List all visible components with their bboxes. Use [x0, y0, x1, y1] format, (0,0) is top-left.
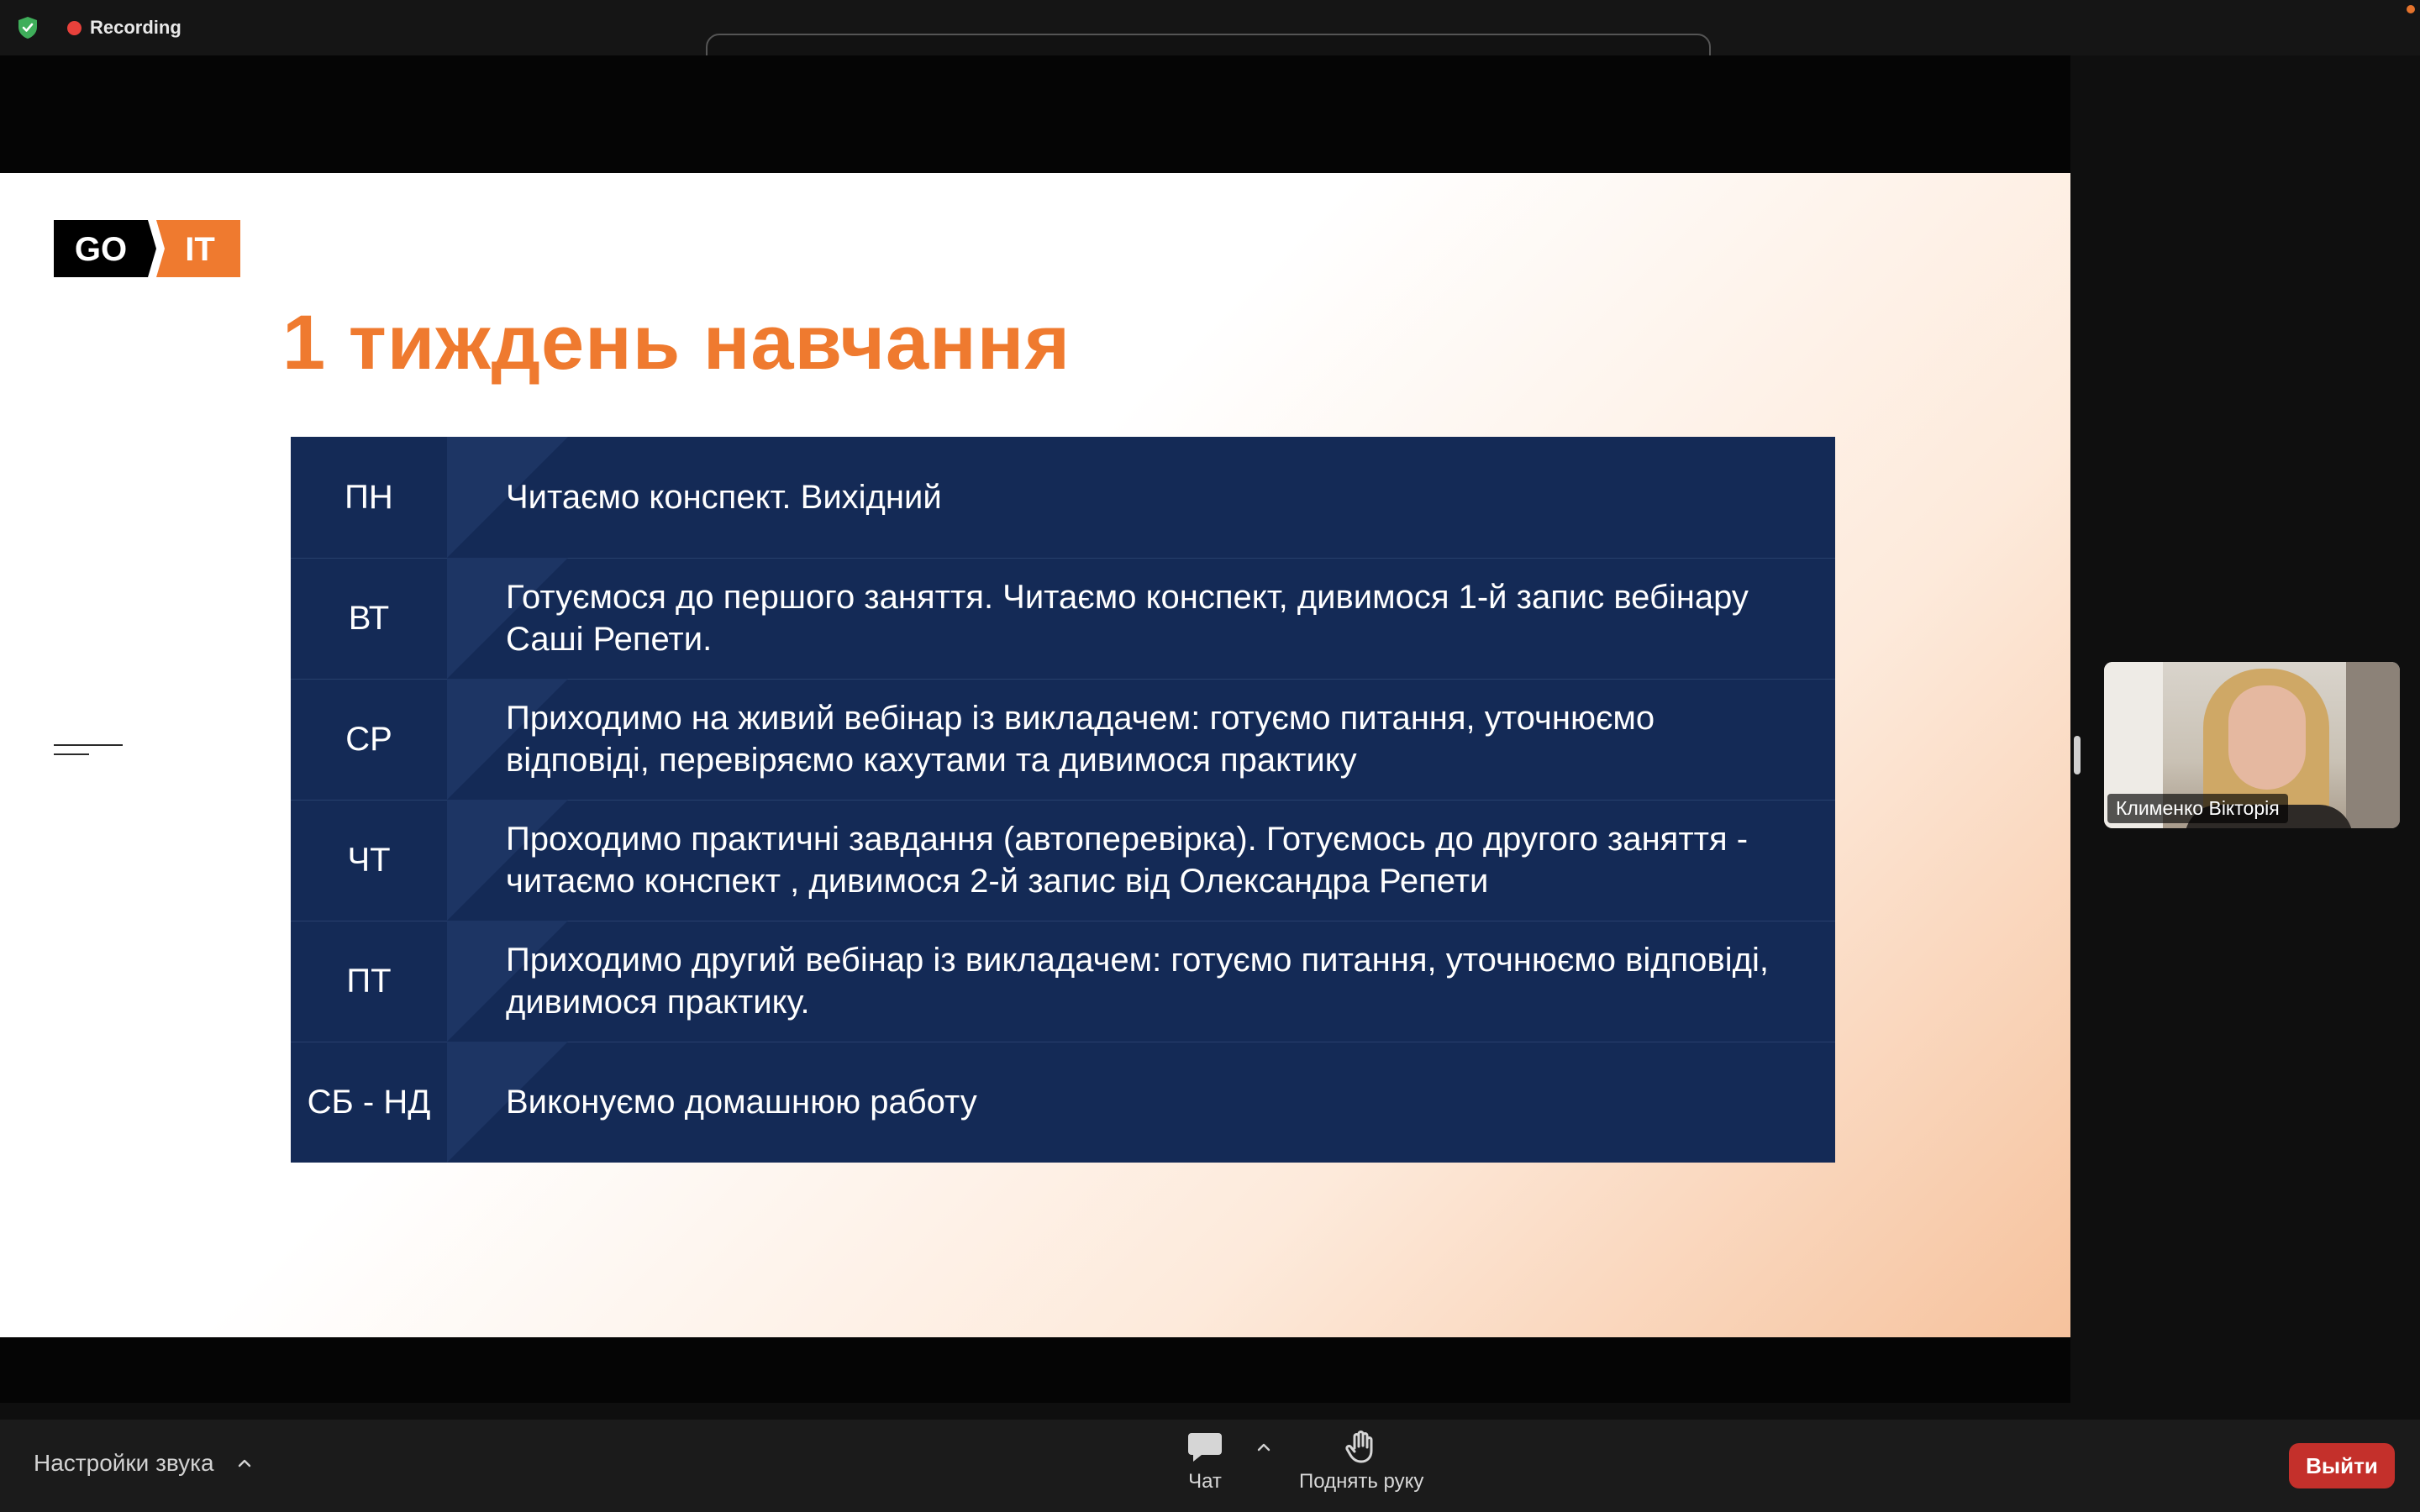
- schedule-row: СБ - НД Виконуємо домашнюю работу: [291, 1042, 1835, 1163]
- participant-video-tile[interactable]: Клименко Вікторія: [2104, 662, 2400, 828]
- participant-name-label: Клименко Вікторія: [2107, 794, 2288, 823]
- shield-check-icon[interactable]: [15, 15, 40, 40]
- schedule-row: СР Приходимо на живий вебінар із виклада…: [291, 679, 1835, 801]
- chat-label: Чат: [1188, 1470, 1222, 1493]
- schedule-row: ВТ Готуємося до першого заняття. Читаємо…: [291, 558, 1835, 680]
- chat-icon: [1188, 1433, 1222, 1462]
- schedule-day: ПН: [345, 478, 393, 516]
- zoom-meeting-window: Recording Нажмите ESC или дважды нажмите…: [0, 0, 2420, 1512]
- shared-screen-letterbox-top: [0, 55, 2070, 173]
- recording-label: Recording: [90, 17, 182, 38]
- slide-decoration-lines: [54, 744, 123, 766]
- leave-button[interactable]: Выйти: [2289, 1443, 2395, 1488]
- shared-slide: GO IT 1 тиждень навчання ПН Читаємо конс…: [0, 173, 2070, 1337]
- schedule-description: Приходимо другий вебінар із викладачем: …: [506, 942, 1770, 1021]
- schedule-description: Виконуємо домашнюю работу: [506, 1084, 977, 1121]
- goit-logo: GO IT: [54, 220, 240, 277]
- chevron-up-icon[interactable]: [1255, 1441, 1272, 1453]
- schedule-row: ПТ Приходимо другий вебінар із викладаче…: [291, 921, 1835, 1042]
- recording-dot-icon: [67, 20, 82, 35]
- chat-button[interactable]: Чат: [1186, 1430, 1223, 1494]
- schedule-description: Читаємо конспект. Вихідний: [506, 479, 942, 516]
- audio-settings-label: Настройки звука: [34, 1450, 214, 1476]
- logo-it-text: IT: [185, 231, 215, 268]
- schedule-day: ВТ: [348, 599, 390, 637]
- schedule-day: ПТ: [346, 962, 392, 1000]
- schedule-day: СР: [345, 720, 392, 758]
- recording-indicator[interactable]: Recording: [67, 15, 182, 40]
- schedule-row: ЧТ Проходимо практичні завдання (автопер…: [291, 800, 1835, 921]
- shared-screen-letterbox-bottom: [0, 1337, 2070, 1403]
- schedule-description: Готуємося до першого заняття. Читаємо ко…: [506, 579, 1749, 658]
- schedule-day: ЧТ: [347, 841, 391, 879]
- chevron-up-icon[interactable]: [236, 1457, 253, 1469]
- schedule-row: ПН Читаємо конспект. Вихідний: [291, 437, 1835, 559]
- schedule-description: Проходимо практичні завдання (автопереві…: [506, 821, 1749, 900]
- slide-title: 1 тиждень навчання: [282, 300, 1071, 386]
- raise-hand-button[interactable]: Поднять руку: [1299, 1430, 1423, 1494]
- raise-hand-label: Поднять руку: [1299, 1470, 1424, 1493]
- schedule-day: СБ - НД: [307, 1083, 431, 1121]
- logo-go-text: GO: [75, 231, 127, 268]
- audio-settings-button[interactable]: Настройки звука: [34, 1450, 253, 1477]
- meeting-toolbar: Настройки звука Чат Поднять руку Выйти: [0, 1420, 2420, 1512]
- hand-icon: [1345, 1431, 1373, 1463]
- weekly-schedule-table: ПН Читаємо конспект. Вихідний ВТ Готуємо…: [291, 437, 1835, 1163]
- panel-resize-handle[interactable]: [2074, 736, 2081, 774]
- window-corner-dot: [2407, 5, 2415, 13]
- schedule-description: Приходимо на живий вебінар із викладачем…: [506, 700, 1655, 779]
